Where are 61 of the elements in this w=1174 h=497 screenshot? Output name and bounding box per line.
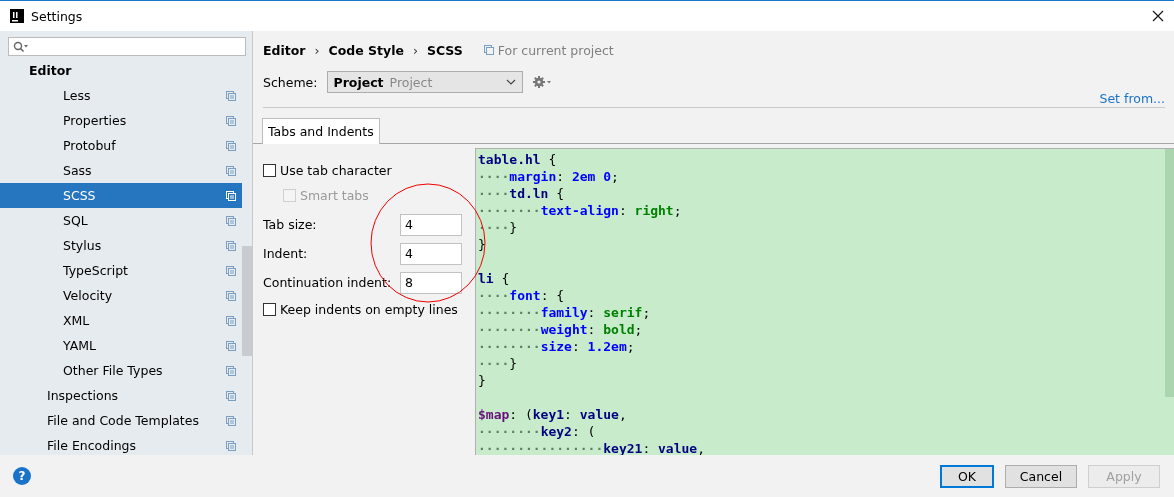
- copy-icon: [226, 440, 236, 451]
- dialog-button[interactable]: OK: [940, 464, 994, 488]
- sidebar-item[interactable]: SCSS: [0, 183, 242, 208]
- gear-icon[interactable]: [531, 75, 552, 89]
- copy-icon: [226, 215, 236, 226]
- copy-icon: [226, 165, 236, 176]
- sidebar-item[interactable]: Properties: [0, 108, 242, 133]
- copy-icon: [483, 45, 494, 55]
- breadcrumb-item: Editor: [263, 42, 306, 58]
- copy-icon: [226, 115, 236, 126]
- sidebar-item[interactable]: Protobuf: [0, 133, 242, 158]
- search-field[interactable]: [8, 37, 246, 56]
- scheme-label: Scheme:: [263, 74, 318, 90]
- sidebar-item[interactable]: SQL: [0, 208, 242, 233]
- number-field[interactable]: 4: [400, 242, 462, 265]
- sidebar-item[interactable]: File Encodings: [0, 433, 242, 458]
- close-icon[interactable]: [1152, 10, 1164, 22]
- field-label: Tab size:: [263, 217, 317, 232]
- chevron-down-icon: [505, 79, 516, 85]
- breadcrumb-item: SCSS: [426, 42, 463, 58]
- help-icon[interactable]: ?: [13, 467, 31, 485]
- sidebar-item[interactable]: Editor: [0, 58, 242, 83]
- sidebar-item[interactable]: XML: [0, 308, 242, 333]
- number-field[interactable]: 4: [400, 213, 462, 236]
- search-icon: [13, 40, 29, 53]
- sidebar-item[interactable]: TypeScript: [0, 258, 242, 283]
- sidebar-item[interactable]: Stylus: [0, 233, 242, 258]
- copy-icon: [226, 190, 236, 201]
- number-field[interactable]: 8: [400, 271, 462, 294]
- copy-icon: [226, 340, 236, 351]
- window-title: Settings: [31, 8, 83, 24]
- dialog-button[interactable]: Cancel: [1005, 464, 1077, 488]
- copy-icon: [226, 140, 236, 151]
- copy-icon: [226, 390, 236, 401]
- app-logo-icon: [10, 9, 24, 23]
- scrollbar-thumb[interactable]: [242, 246, 252, 356]
- sidebar-item[interactable]: Inspections: [0, 383, 242, 408]
- copy-icon: [226, 365, 236, 376]
- sidebar-item[interactable]: Velocity: [0, 283, 242, 308]
- scope-label: For current project: [497, 42, 614, 58]
- checkbox[interactable]: Use tab character: [263, 158, 475, 183]
- copy-icon: [226, 315, 236, 326]
- copy-icon: [226, 90, 236, 101]
- sidebar-item[interactable]: Sass: [0, 158, 242, 183]
- sidebar-item[interactable]: Other File Types: [0, 358, 242, 383]
- scrollbar-thumb[interactable]: [1165, 149, 1174, 397]
- sidebar-item[interactable]: YAML: [0, 333, 242, 358]
- tab[interactable]: Tabs and Indents: [262, 118, 380, 144]
- field-label: Indent:: [263, 246, 308, 261]
- copy-icon: [226, 290, 236, 301]
- copy-icon: [226, 265, 236, 276]
- sidebar-item[interactable]: File and Code Templates: [0, 408, 242, 433]
- checkbox[interactable]: Keep indents on empty lines: [263, 297, 475, 322]
- breadcrumb-separator: ›: [412, 42, 418, 58]
- breadcrumb-separator: ›: [314, 42, 320, 58]
- set-from-link[interactable]: Set from...: [1099, 91, 1165, 106]
- breadcrumb-item: Code Style: [328, 42, 404, 58]
- scheme-dropdown[interactable]: Project Project: [326, 71, 523, 93]
- copy-icon: [226, 240, 236, 251]
- sidebar-item[interactable]: Less: [0, 83, 242, 108]
- copy-icon: [226, 415, 236, 426]
